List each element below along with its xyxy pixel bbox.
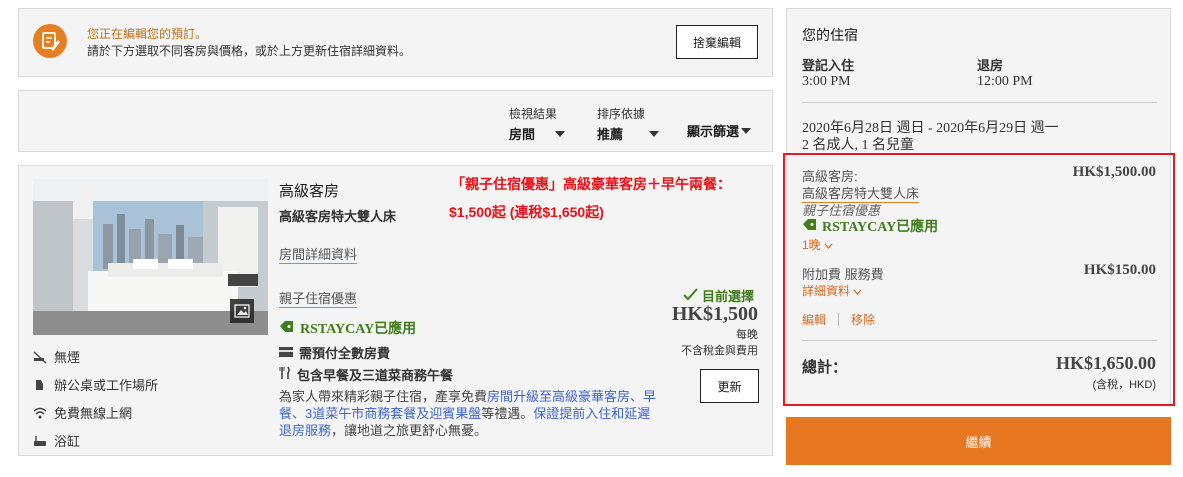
divider: [802, 102, 1157, 103]
tax-note: 不含稅金與費用: [681, 345, 758, 357]
notice-title: 您正在編輯您的預訂。: [87, 27, 208, 41]
bathtub-icon: [33, 434, 47, 448]
room-photo[interactable]: [33, 179, 268, 335]
room-bed-type: 高級客房特大雙人床: [279, 209, 397, 224]
checkin-label: 登記入住: [802, 58, 855, 73]
edit-icon: [33, 24, 67, 58]
summary-title: 您的住宿: [802, 27, 858, 43]
meal-feature: 包含早餐及三道菜商務午餐: [279, 365, 453, 384]
notice-message: 請於下方選取不同客房與價格，或於上方更新住宿詳細資料。: [87, 44, 412, 58]
room-card: 無煙 辦公桌或工作場所 免費無線上網 浴缸 高級客房 高級客房特大雙人床 「親子…: [18, 165, 773, 456]
gallery-icon[interactable]: [230, 299, 254, 323]
amenity-label: 浴缸: [54, 434, 81, 449]
sort-select-value: 推薦: [597, 127, 624, 142]
guest-count: 2 名成人, 1 名兒童: [802, 138, 914, 153]
checkin-info: 登記入住 3:00 PM: [802, 55, 854, 90]
credit-card-icon: [279, 345, 293, 360]
desk-icon: [33, 378, 47, 392]
room-name: 高級客房: [279, 183, 340, 200]
no-smoking-icon: [33, 350, 47, 364]
prepay-feature: 需預付全數房費: [279, 343, 390, 362]
continue-button[interactable]: 繼續: [786, 417, 1171, 465]
checkout-time: 12:00 PM: [977, 74, 1033, 89]
rate-name-link[interactable]: 親子住宿優惠: [279, 288, 358, 308]
show-filters-toggle[interactable]: 顯示篩選: [687, 121, 752, 140]
amenities-list: 無煙 辦公桌或工作場所 免費無線上網 浴缸: [33, 347, 158, 450]
amenity-item: 免費無線上網: [33, 403, 158, 422]
amenity-label: 辦公桌或工作場所: [54, 378, 159, 393]
tag-icon: [279, 320, 294, 336]
meal-label: 包含早餐及三道菜商務午餐: [297, 368, 454, 383]
chevron-down-icon: [555, 130, 566, 137]
discard-edit-button[interactable]: 捨棄編輯: [676, 25, 758, 59]
sort-select[interactable]: 排序依據 推薦: [597, 105, 660, 143]
rate-description: 為家人帶來精彩親子住宿，產享免費房間升級至高級豪華客房、早餐、3道菜午市商務套餐…: [279, 389, 657, 438]
update-button[interactable]: 更新: [700, 369, 759, 403]
per-night-label: 每晚: [736, 329, 758, 341]
promo-annotation-price: $1,500起 (連稅$1,650起): [449, 204, 604, 220]
checkout-label: 退房: [977, 58, 1004, 73]
results-filter-bar: 檢視結果 房間 排序依據 推薦 顯示篩選: [18, 90, 773, 152]
room-price: HK$1,500: [671, 303, 758, 325]
promo-code-label: RSTAYCAY已應用: [300, 322, 417, 337]
show-filters-label: 顯示篩選: [687, 124, 740, 139]
editing-notice: 您正在編輯您的預訂。 請於下方選取不同客房與價格，或於上方更新住宿詳細資料。 捨…: [18, 8, 773, 77]
view-select-value: 房間: [509, 127, 536, 142]
checkout-info: 退房 12:00 PM: [977, 55, 1033, 90]
checkmark-icon: [683, 287, 698, 304]
chevron-down-icon: [649, 130, 660, 137]
amenity-label: 無煙: [54, 350, 81, 365]
wifi-icon: [33, 406, 47, 420]
room-details-link[interactable]: 房間詳細資料: [279, 244, 358, 264]
amenity-item: 無煙: [33, 347, 158, 366]
amenity-label: 免費無線上網: [54, 406, 133, 421]
promo-annotation: 「親子住宿優惠」高級豪華客房＋早午兩餐：: [451, 176, 731, 192]
promo-code-applied: RSTAYCAY已應用: [279, 318, 416, 338]
checkin-time: 3:00 PM: [802, 74, 851, 89]
highlight-box: [783, 153, 1175, 406]
view-select[interactable]: 檢視結果 房間: [509, 105, 566, 143]
utensils-icon: [279, 366, 291, 383]
prepay-label: 需預付全數房費: [299, 346, 391, 361]
amenity-item: 浴缸: [33, 431, 158, 450]
sort-select-label: 排序依據: [597, 107, 646, 121]
chevron-down-icon: [741, 127, 752, 134]
view-select-label: 檢視結果: [509, 107, 558, 121]
amenity-item: 辦公桌或工作場所: [33, 375, 158, 394]
